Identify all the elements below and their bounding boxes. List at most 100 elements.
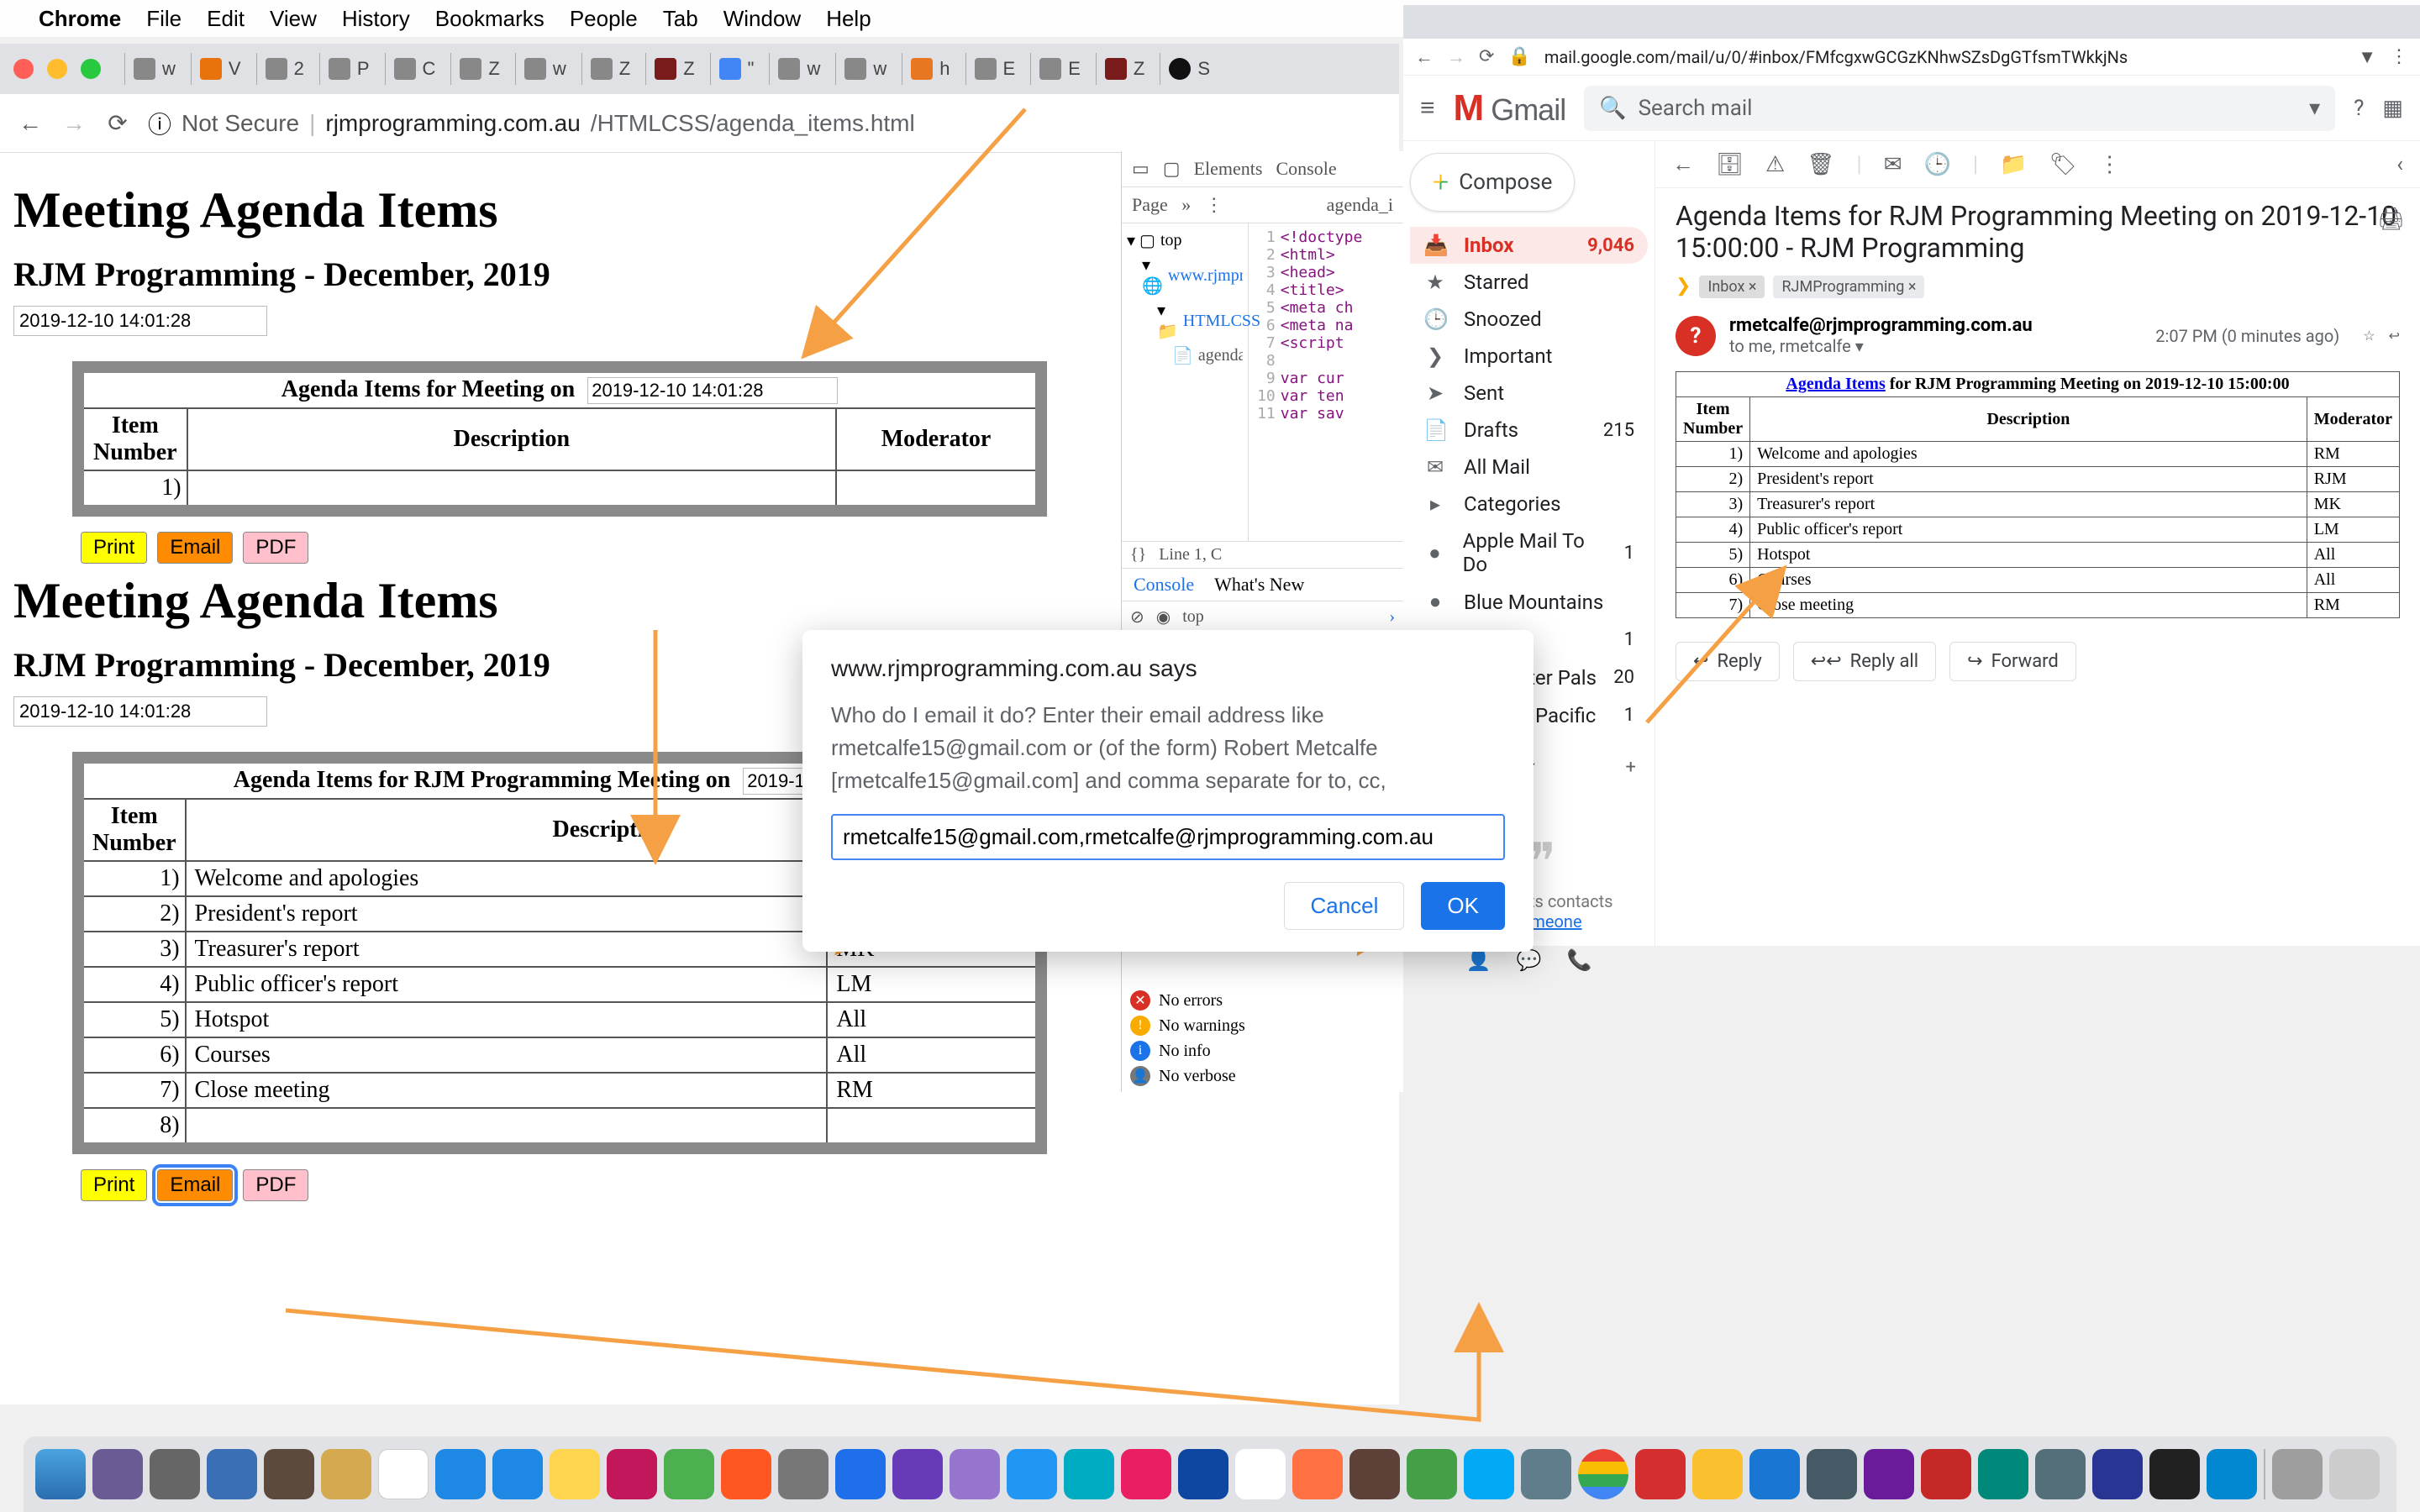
dock-app[interactable] [1807, 1449, 1857, 1499]
sidebar-item-inbox[interactable]: 📥 Inbox 9,046 [1410, 227, 1648, 264]
dock-app[interactable] [1635, 1449, 1686, 1499]
row-desc[interactable]: Close meeting [186, 1073, 828, 1108]
dock-app[interactable] [1064, 1449, 1114, 1499]
inspect-icon[interactable]: ▭ [1132, 158, 1150, 180]
label-rjm[interactable]: RJMProgramming × [1773, 276, 1924, 298]
gmail-reload-button[interactable]: ⟳ [1479, 46, 1494, 67]
dock-app[interactable] [2207, 1449, 2257, 1499]
move-icon[interactable]: 📁 [2000, 152, 2027, 177]
dock-app[interactable] [1749, 1449, 1800, 1499]
dock-app[interactable] [1178, 1449, 1228, 1499]
dock-app-finder[interactable] [35, 1449, 86, 1499]
help-icon[interactable]: ? [2354, 96, 2364, 121]
print-button-2[interactable]: Print [81, 1169, 147, 1201]
gmail-forward-button[interactable]: → [1447, 46, 1465, 68]
dock-app[interactable] [721, 1449, 771, 1499]
forward-button[interactable]: → [60, 110, 87, 137]
hamburger-icon[interactable]: ≡ [1420, 93, 1435, 123]
datetime-input-1[interactable] [13, 306, 267, 336]
dock-app[interactable] [1921, 1449, 1971, 1499]
dock-app[interactable] [92, 1449, 143, 1499]
plus-icon[interactable]: + [1626, 757, 1636, 778]
recipient-line[interactable]: to me, rmetcalfe ▾ [1729, 336, 2033, 356]
snooze-icon[interactable]: 🕒 [1924, 152, 1951, 177]
tree-file[interactable]: agenda_ite [1198, 346, 1243, 365]
devtools-tab-whatsnew[interactable]: What's New [1214, 574, 1304, 596]
dock-app[interactable] [150, 1449, 200, 1499]
sidebar-item-categories[interactable]: ▸ Categories [1410, 486, 1648, 522]
sources-file-tab[interactable]: agenda_i [1327, 194, 1393, 216]
back-button[interactable]: ← [17, 110, 44, 137]
dock-app[interactable] [1464, 1449, 1514, 1499]
sidebar-item-sent[interactable]: ➤ Sent [1410, 375, 1648, 412]
dock-app-chrome[interactable] [1578, 1449, 1628, 1499]
devtools-tab-console[interactable]: Console [1276, 158, 1336, 180]
reply-all-button[interactable]: ↩↩Reply all [1793, 642, 1936, 681]
site-info-icon[interactable]: ⓘ [148, 107, 171, 140]
dock-app[interactable] [835, 1449, 886, 1499]
dock-app[interactable] [778, 1449, 829, 1499]
email-button-2[interactable]: Email [157, 1169, 233, 1201]
browser-tab[interactable]: E [965, 53, 1024, 85]
row-desc[interactable]: Courses [186, 1037, 828, 1073]
browser-tab[interactable]: " [710, 53, 763, 85]
spam-icon[interactable]: ⚠ [1765, 152, 1785, 177]
dock-app[interactable] [321, 1449, 371, 1499]
row-mod[interactable] [836, 470, 1041, 511]
devtools-tab-elements[interactable]: Elements [1194, 158, 1263, 180]
extension-icon[interactable]: ⋮ [2390, 46, 2408, 67]
dock-app[interactable] [892, 1449, 943, 1499]
compose-button[interactable]: + Compose [1410, 153, 1575, 212]
agenda-items-link[interactable]: Agenda Items [1786, 375, 1885, 393]
dock-app[interactable] [2149, 1449, 2200, 1499]
console-clear-icon[interactable]: ⊘ [1130, 606, 1144, 627]
phone-icon[interactable]: 📞 [1566, 948, 1591, 972]
dock-app[interactable] [264, 1449, 314, 1499]
maximize-window-button[interactable] [81, 59, 101, 79]
bookmark-icon[interactable]: ▼ [2358, 46, 2376, 68]
pdf-button-2[interactable]: PDF [243, 1169, 308, 1201]
label-inbox[interactable]: Inbox × [1699, 276, 1765, 298]
browser-tab[interactable]: Z [450, 53, 508, 85]
console-caret-icon[interactable]: › [1389, 607, 1395, 627]
menubar-tab[interactable]: Tab [663, 6, 698, 32]
sources-tree[interactable]: ▾ ▢ top ▾ 🌐 www.rjmprogram ▾ 📁 HTMLCSS 📄… [1122, 223, 1249, 541]
browser-tab[interactable]: E [1030, 53, 1089, 85]
chevron-left-icon[interactable]: ‹ [2396, 152, 2403, 177]
dock-app[interactable] [550, 1449, 600, 1499]
row-mod[interactable]: All [827, 1002, 1041, 1037]
dock-app[interactable] [607, 1449, 657, 1499]
apps-icon[interactable]: ▦ [2382, 96, 2403, 121]
dock-app[interactable] [1978, 1449, 2028, 1499]
menubar-file[interactable]: File [146, 6, 182, 32]
tree-domain[interactable]: www.rjmprogram [1168, 266, 1243, 286]
archive-icon[interactable]: 🗄 [1716, 152, 1744, 177]
dock-app[interactable] [2092, 1449, 2143, 1499]
sources-page-label[interactable]: Page [1132, 194, 1168, 215]
menubar-window[interactable]: Window [723, 6, 801, 32]
email-button-1[interactable]: Email [157, 532, 233, 564]
person-icon[interactable]: 👤 [1466, 948, 1491, 972]
print-button-1[interactable]: Print [81, 532, 147, 564]
sources-code[interactable]: 1<!doctype2<html>3<head>4<title>5<meta c… [1249, 223, 1403, 541]
browser-tab[interactable]: C [385, 53, 445, 85]
row-desc[interactable]: Welcome and apologies [186, 861, 828, 896]
label-icon[interactable]: 🏷 [2049, 152, 2077, 177]
dock-app[interactable] [1864, 1449, 1914, 1499]
row-mod[interactable]: RM [827, 1073, 1041, 1108]
sender-avatar[interactable]: ? [1676, 316, 1716, 356]
menubar-view[interactable]: View [270, 6, 317, 32]
dock-app[interactable] [1692, 1449, 1743, 1499]
dock-app[interactable] [2035, 1449, 2086, 1499]
dialog-cancel-button[interactable]: Cancel [1284, 882, 1404, 930]
browser-tab[interactable]: S [1160, 53, 1218, 85]
chat-icon[interactable]: 💬 [1517, 948, 1542, 972]
dialog-text-input[interactable] [831, 814, 1505, 860]
gmail-search-input[interactable]: 🔍 Search mail ▾ [1584, 86, 2335, 131]
importance-marker-icon[interactable]: ❯ [1676, 276, 1691, 298]
forward-button[interactable]: ↪Forward [1949, 642, 2076, 681]
menubar-people[interactable]: People [570, 6, 638, 32]
print-icon[interactable]: 🖨 [2377, 207, 2405, 232]
close-window-button[interactable] [13, 59, 34, 79]
devtools-tab-console-bottom[interactable]: Console [1134, 574, 1194, 596]
